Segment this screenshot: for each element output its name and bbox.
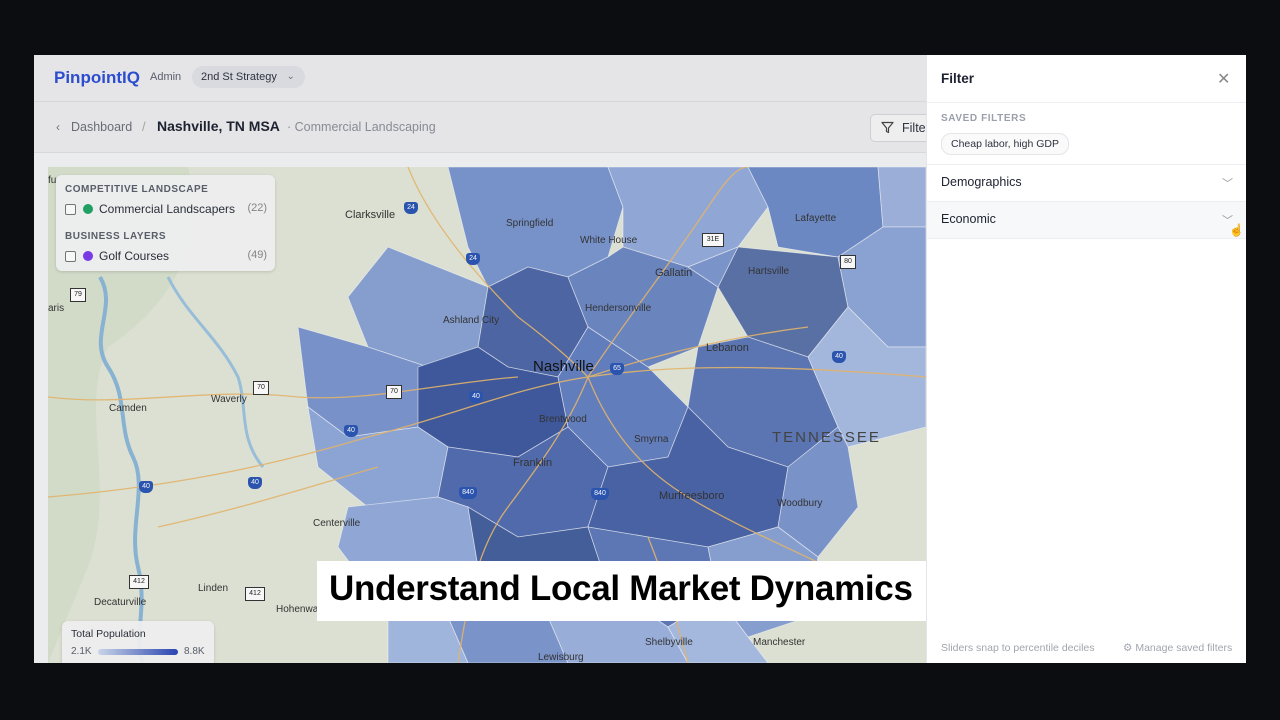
interstate-shield: 40 [469,391,483,403]
map-label-white-house: White House [580,235,638,246]
state-route-shield: 412 [245,587,265,601]
map-label-gallatin: Gallatin [655,267,693,279]
map-label-brentwood: Brentwood [539,414,587,425]
legend-item-label: Golf Courses [99,249,170,263]
video-caption: Understand Local Market Dynamics [317,561,926,621]
us-route-shield: 31E [702,233,724,247]
interstate-shield: 40 [832,351,846,363]
strategy-selector[interactable]: 2nd St Strategy ⌄ [192,66,305,88]
population-legend: Total Population 2.1K 8.8K [62,621,214,663]
layer-checkbox[interactable] [65,204,76,215]
page-subtitle: · Commercial Landscaping [287,120,436,134]
layer-color-dot [83,204,93,214]
population-min: 2.1K [71,646,92,657]
map-label-paris: aris [48,303,65,314]
interstate-shield: 65 [610,363,624,375]
map-label-ashland-city: Ashland City [443,315,500,326]
map-label-linden: Linden [198,583,229,594]
breadcrumb: ‹ Dashboard / Nashville, TN MSA · Commer… [34,102,952,153]
caption-text: Understand Local Market Dynamics [329,569,913,608]
map-label-hartsville: Hartsville [748,266,790,277]
legend-item-count: (22) [247,202,267,214]
map-label-tennessee: TENNESSEE [772,429,881,446]
map-label-springfield: Springfield [506,218,554,229]
breadcrumb-separator: / [142,119,146,134]
filter-panel: Filter ✕ SAVED FILTERS Cheap labor, high… [926,55,1246,663]
state-route-shield: 412 [129,575,149,589]
section-label: Demographics [941,175,1022,189]
panel-footer-note: Sliders snap to percentile deciles [941,642,1095,654]
filter-panel-title: Filter [941,71,975,86]
map-label-hendersonville: Hendersonville [585,303,652,314]
layer-checkbox[interactable] [65,251,76,262]
map-label-manchester: Manchester [753,637,806,648]
legend-row-golf-courses[interactable]: Golf Courses (49) [65,249,267,265]
manage-saved-filters-label: Manage saved filters [1135,642,1233,654]
chevron-left-icon[interactable]: ‹ [56,120,60,134]
close-icon[interactable]: ✕ [1217,69,1230,89]
layer-color-dot [83,251,93,261]
map-label-centerville: Centerville [313,518,361,529]
map-label-lewisburg: Lewisburg [538,652,584,663]
section-economic[interactable]: Economic ﹀ [927,202,1246,238]
map-label-murfreesboro: Murfreesboro [659,490,725,502]
top-bar: PinpointIQ Admin 2nd St Strategy ⌄ [34,55,926,102]
map-label-camden: Camden [109,403,147,414]
legend-item-label: Commercial Landscapers [99,202,236,216]
divider [927,238,1246,239]
us-route-shield: 80 [840,255,856,269]
section-label: Economic [941,212,996,226]
gear-icon: ⚙ [1123,642,1136,654]
map-label-decaturville: Decaturville [94,597,147,608]
legend-section-competitive: COMPETITIVE LANDSCAPE [65,184,209,195]
interstate-shield: 40 [248,477,262,489]
page-title: Nashville, TN MSA [157,118,280,134]
map-label-lafayette: Lafayette [795,213,837,224]
filter-icon [881,121,894,139]
breadcrumb-dashboard-link[interactable]: Dashboard [71,120,132,134]
interstate-shield: 840 [591,488,609,500]
interstate-shield: 40 [344,425,358,437]
manage-saved-filters-link[interactable]: ⚙ Manage saved filters [1123,642,1232,654]
app-logo[interactable]: PinpointIQ [54,68,140,88]
saved-filters-heading: SAVED FILTERS [941,113,1027,124]
map-label-smyrna: Smyrna [634,434,669,445]
section-demographics[interactable]: Demographics ﹀ [927,165,1246,201]
population-max: 8.8K [184,646,205,657]
us-route-shield: 70 [386,385,402,399]
us-route-shield: 79 [70,288,86,302]
map-label-clarksville: Clarksville [345,209,396,221]
legend-section-business: BUSINESS LAYERS [65,231,167,242]
saved-filter-chip[interactable]: Cheap labor, high GDP [941,133,1069,155]
population-gradient-bar [98,649,178,655]
map-label-nashville: Nashville [533,358,594,375]
map-label-woodbury: Woodbury [777,498,823,509]
population-legend-title: Total Population [71,628,146,640]
interstate-shield: 840 [459,487,477,499]
us-route-shield: 70 [253,381,269,395]
chevron-down-icon: ⌄ [286,71,295,82]
mouse-cursor-icon: ☝ [1229,223,1244,237]
interstate-shield: 24 [466,253,480,265]
strategy-label: 2nd St Strategy [201,71,277,83]
map-label-waverly: Waverly [211,394,247,405]
role-label: Admin [150,71,182,83]
chevron-down-icon: ﹀ [1222,178,1233,190]
divider [927,102,1246,103]
map-label-lebanon: Lebanon [706,342,749,354]
interstate-shield: 24 [404,202,418,214]
legend-item-count: (49) [247,249,267,261]
map-label-franklin: Franklin [513,457,553,469]
interstate-shield: 40 [139,481,153,493]
map-label-shelbyville: Shelbyville [645,637,693,648]
legend-row-commercial-landscapers[interactable]: Commercial Landscapers (22) [65,202,267,218]
map-layer-legend: COMPETITIVE LANDSCAPE Commercial Landsca… [56,175,275,271]
